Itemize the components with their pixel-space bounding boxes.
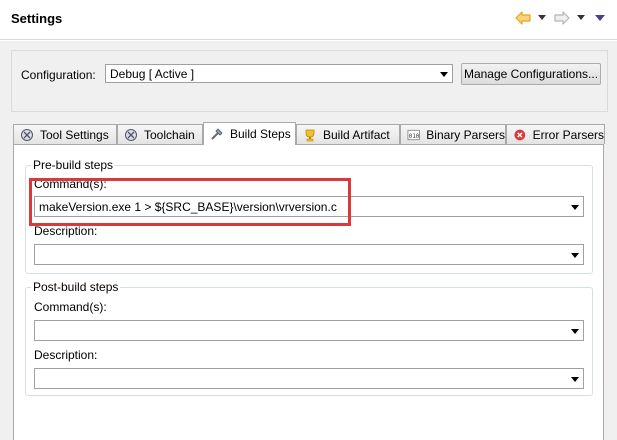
settings-header: Settings (0, 0, 617, 40)
configuration-select[interactable]: Debug [ Active ] (105, 64, 453, 83)
binary-parsers-icon: 010 (407, 129, 420, 140)
build-artifact-icon (305, 129, 315, 141)
pre-build-description-label: Description: (34, 224, 98, 238)
configuration-panel: Configuration: Debug [ Active ] Manage C… (11, 50, 608, 112)
chevron-down-icon (571, 328, 579, 334)
svg-text:010: 010 (409, 133, 420, 139)
post-build-description-label: Description: (34, 348, 98, 362)
pre-build-command-value: makeVersion.exe 1 > ${SRC_BASE}\version\… (39, 200, 337, 214)
back-history-dropdown[interactable] (538, 9, 546, 27)
page-title: Settings (11, 11, 63, 26)
post-build-steps-title: Post-build steps (33, 280, 119, 294)
forward-history-dropdown[interactable] (577, 9, 585, 27)
configuration-value: Debug [ Active ] (110, 67, 195, 81)
view-menu-button[interactable] (595, 9, 605, 27)
error-parsers-icon (514, 129, 526, 140)
chevron-down-icon (571, 376, 579, 382)
post-build-command-label: Command(s): (34, 300, 107, 314)
build-steps-icon (211, 128, 223, 140)
tab-toolchain[interactable]: Toolchain (117, 124, 203, 144)
tab-tool-settings[interactable]: Tool Settings (13, 124, 117, 144)
build-steps-panel: Pre-build steps Command(s): makeVersion.… (13, 144, 604, 440)
settings-tabs: Tool Settings Toolchain Build Steps Buil… (13, 122, 605, 145)
back-button[interactable] (515, 9, 531, 27)
chevron-down-icon (538, 15, 546, 20)
back-arrow-icon (515, 11, 531, 25)
chevron-down-icon (571, 204, 579, 210)
tab-label: Binary Parsers (426, 127, 505, 142)
pre-build-command-label: Command(s): (34, 177, 107, 191)
pre-build-command-field[interactable]: makeVersion.exe 1 > ${SRC_BASE}\version\… (34, 196, 584, 217)
chevron-down-icon (440, 71, 448, 77)
chevron-down-icon (577, 15, 585, 20)
configuration-label: Configuration: (21, 68, 96, 82)
tab-label: Tool Settings (40, 127, 109, 142)
tool-settings-icon (21, 128, 33, 141)
post-build-description-field[interactable] (34, 368, 584, 389)
post-build-command-field[interactable] (34, 320, 584, 341)
manage-configurations-button[interactable]: Manage Configurations... (461, 63, 601, 85)
tab-label: Build Artifact (323, 127, 390, 142)
tab-label: Toolchain (144, 127, 195, 142)
pre-build-description-field[interactable] (34, 244, 584, 265)
forward-arrow-icon (554, 11, 570, 25)
tab-label: Build Steps (230, 127, 291, 141)
tab-label: Error Parsers (532, 127, 604, 142)
tab-binary-parsers[interactable]: 010 Binary Parsers (400, 124, 506, 144)
chevron-down-icon (571, 252, 579, 258)
view-menu-icon (595, 14, 605, 21)
tab-error-parsers[interactable]: Error Parsers (506, 124, 605, 144)
tab-build-steps[interactable]: Build Steps (203, 122, 296, 145)
tab-build-artifact[interactable]: Build Artifact (296, 124, 400, 144)
forward-button[interactable] (554, 9, 570, 27)
toolchain-icon (125, 128, 137, 141)
pre-build-steps-title: Pre-build steps (33, 158, 114, 172)
